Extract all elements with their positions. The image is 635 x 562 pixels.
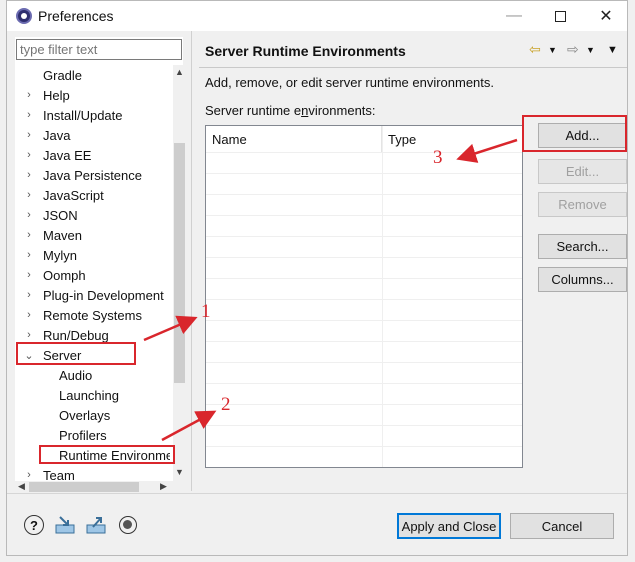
annotation-arrow-2 [161,410,217,442]
annotation-arrows [143,138,518,442]
annotation-arrow-3 [456,138,518,163]
annotation-arrow-1 [143,315,198,342]
